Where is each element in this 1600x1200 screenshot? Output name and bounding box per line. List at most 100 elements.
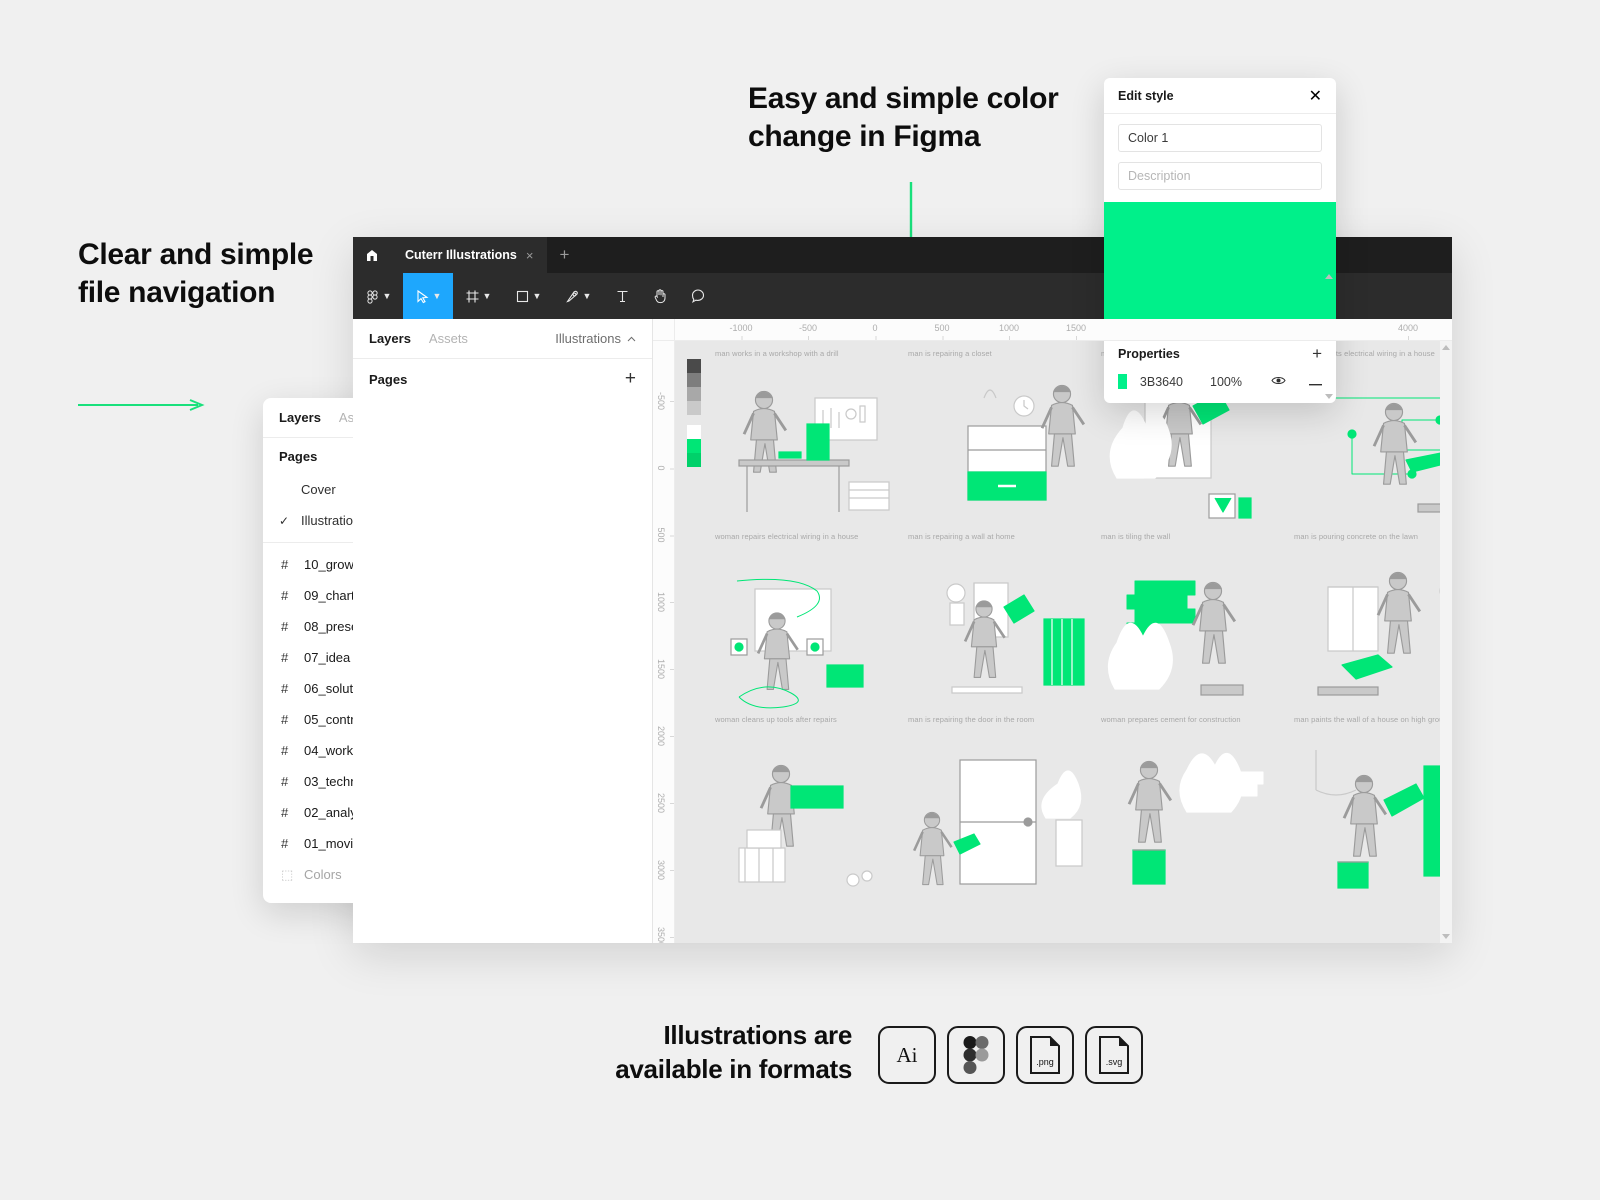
frame-icon[interactable]: ▼ <box>453 273 503 319</box>
illustration-cell[interactable]: man is repairing a closet <box>908 349 1101 532</box>
hash-icon: # <box>281 774 289 789</box>
ruler-tick-h: -500 <box>798 323 818 340</box>
close-icon[interactable]: × <box>526 248 534 263</box>
tab-layers-float[interactable]: Layers <box>279 410 321 425</box>
property-swatch[interactable] <box>1118 374 1127 389</box>
scroll-up-icon <box>1442 345 1450 350</box>
chevron-down-icon[interactable]: ▼ <box>583 291 592 301</box>
property-hex[interactable]: 3B3640 <box>1140 375 1183 389</box>
illustration-cell[interactable]: woman prepares cement for construction <box>1101 715 1294 898</box>
layers-panel-back: Layers Assets Illustrations Pages + <box>353 319 653 943</box>
tab-assets[interactable]: Assets <box>429 331 468 346</box>
file-tab-label: Cuterr Illustrations <box>405 248 517 262</box>
chevron-down-icon[interactable]: ▼ <box>433 291 442 301</box>
color-preview[interactable] <box>1104 202 1336 330</box>
menu-icon[interactable]: ▼ <box>353 273 403 319</box>
format-figma[interactable] <box>947 1026 1005 1084</box>
heading-formats: Illustrations are available in formats <box>615 1020 852 1084</box>
illustration-cell[interactable]: man paints the wall of a house on high g… <box>1294 715 1452 898</box>
scroll-up-icon <box>1325 274 1333 279</box>
ruler-vertical: -500 0 500 1000 1500 2000 2500 3000 3500 <box>653 319 675 943</box>
text-icon[interactable] <box>603 273 641 319</box>
shape-rectangle-icon[interactable]: ▼ <box>503 273 553 319</box>
home-icon[interactable] <box>353 237 391 273</box>
illustration-cell[interactable]: man is pouring concrete on the lawn <box>1294 532 1452 715</box>
format-ai[interactable]: Ai <box>878 1026 936 1084</box>
chevron-down-icon[interactable]: ▼ <box>483 291 492 301</box>
format-png[interactable]: .png <box>1016 1026 1074 1084</box>
illustration-art-pouring-concrete <box>1294 547 1452 715</box>
hash-icon: # <box>281 557 289 572</box>
hash-icon: # <box>281 805 289 820</box>
style-name-input[interactable]: Color 1 <box>1118 124 1322 152</box>
canvas-swatch[interactable] <box>687 387 701 401</box>
move-cursor-icon[interactable]: ▼ <box>403 273 453 319</box>
illustration-caption: woman prepares cement for construction <box>1101 715 1241 724</box>
illustration-caption: man is tiling the wall <box>1101 532 1171 541</box>
page-item-label: Cover <box>301 482 336 497</box>
ruler-tick-v: 2000 <box>656 725 674 747</box>
format-badges: Ai .png .svg <box>878 1026 1143 1084</box>
tab-layers[interactable]: Layers <box>369 331 411 346</box>
canvas-content: man works in a workshop with a drill man … <box>675 341 1452 943</box>
file-icon: .svg <box>1099 1036 1129 1074</box>
canvas-swatch[interactable] <box>687 359 701 373</box>
illustration-cell[interactable]: woman repairs electrical wiring in a hou… <box>715 532 908 715</box>
canvas-swatch-strip <box>687 359 701 467</box>
hand-icon[interactable] <box>641 273 679 319</box>
arrow-right-icon <box>78 398 208 411</box>
panel-tab-row: Layers Assets Illustrations <box>353 319 652 359</box>
file-tab[interactable]: Cuterr Illustrations × <box>391 237 548 273</box>
illustration-cell[interactable]: man is tiling the wall <box>1101 532 1294 715</box>
layer-item-label: Colors <box>304 867 342 882</box>
format-svg[interactable]: .svg <box>1085 1026 1143 1084</box>
ruler-tick-v: 1500 <box>656 658 674 680</box>
check-icon: ✓ <box>279 513 290 528</box>
ruler-tick-h: 1000 <box>998 323 1020 340</box>
illustration-grid: man works in a workshop with a drill man … <box>715 349 1452 898</box>
illustration-cell[interactable]: woman cleans up tools after repairs <box>715 715 908 898</box>
illustration-cell[interactable]: man works in a workshop with a drill <box>715 349 908 532</box>
scroll-down-icon <box>1325 394 1333 399</box>
illustration-caption: man is repairing a closet <box>908 349 992 358</box>
ruler-tick-v: 1000 <box>656 591 674 613</box>
ruler-tick-v: -500 <box>656 391 674 411</box>
svg-text:.svg: .svg <box>1106 1057 1123 1067</box>
hash-icon: # <box>281 650 289 665</box>
hash-icon: # <box>281 588 289 603</box>
property-row[interactable]: 3B3640 100% <box>1104 370 1336 403</box>
canvas-swatch[interactable] <box>687 439 701 453</box>
ruler-tick-v: 3500 <box>656 927 674 943</box>
illustration-caption: man is repairing a wall at home <box>908 532 1015 541</box>
illustration-art-bricklaying <box>1101 547 1294 715</box>
ruler-horizontal: -1000-50005001000150040004500 <box>653 319 1452 341</box>
figma-canvas[interactable]: -1000-50005001000150040004500 -500050010… <box>653 319 1452 943</box>
illustration-cell[interactable]: man is repairing the door in the room <box>908 715 1101 898</box>
canvas-swatch[interactable] <box>687 453 701 467</box>
page-selector[interactable]: Illustrations <box>555 331 636 346</box>
close-icon[interactable]: ✕ <box>1309 86 1322 106</box>
add-property-button[interactable]: + <box>1312 344 1322 364</box>
new-tab-button[interactable]: + <box>547 237 581 273</box>
heading-color-change: Easy and simple color change in Figma <box>748 82 1059 153</box>
illustration-caption: woman cleans up tools after repairs <box>715 715 837 724</box>
comment-icon[interactable] <box>679 273 717 319</box>
minus-icon[interactable] <box>1309 375 1322 389</box>
eye-icon[interactable] <box>1271 375 1286 389</box>
pen-icon[interactable]: ▼ <box>553 273 603 319</box>
illustration-cell[interactable]: man is repairing a wall at home <box>908 532 1101 715</box>
poster-stage: Clear and simple file navigation Easy an… <box>0 0 1600 1200</box>
style-description-input[interactable]: Description <box>1118 162 1322 190</box>
chevron-down-icon[interactable]: ▼ <box>383 291 392 301</box>
ruler-corner <box>653 319 675 341</box>
illustration-caption: man is repairing the door in the room <box>908 715 1035 724</box>
property-opacity[interactable]: 100% <box>1210 375 1242 389</box>
canvas-swatch[interactable] <box>687 401 701 415</box>
file-icon: .png <box>1030 1036 1060 1074</box>
canvas-swatch[interactable] <box>687 373 701 387</box>
canvas-scrollbar[interactable] <box>1440 341 1452 943</box>
illustration-art-clean-tools <box>715 730 908 898</box>
chevron-down-icon[interactable]: ▼ <box>533 291 542 301</box>
add-page-button[interactable]: + <box>625 368 636 390</box>
canvas-swatch[interactable] <box>687 425 701 439</box>
